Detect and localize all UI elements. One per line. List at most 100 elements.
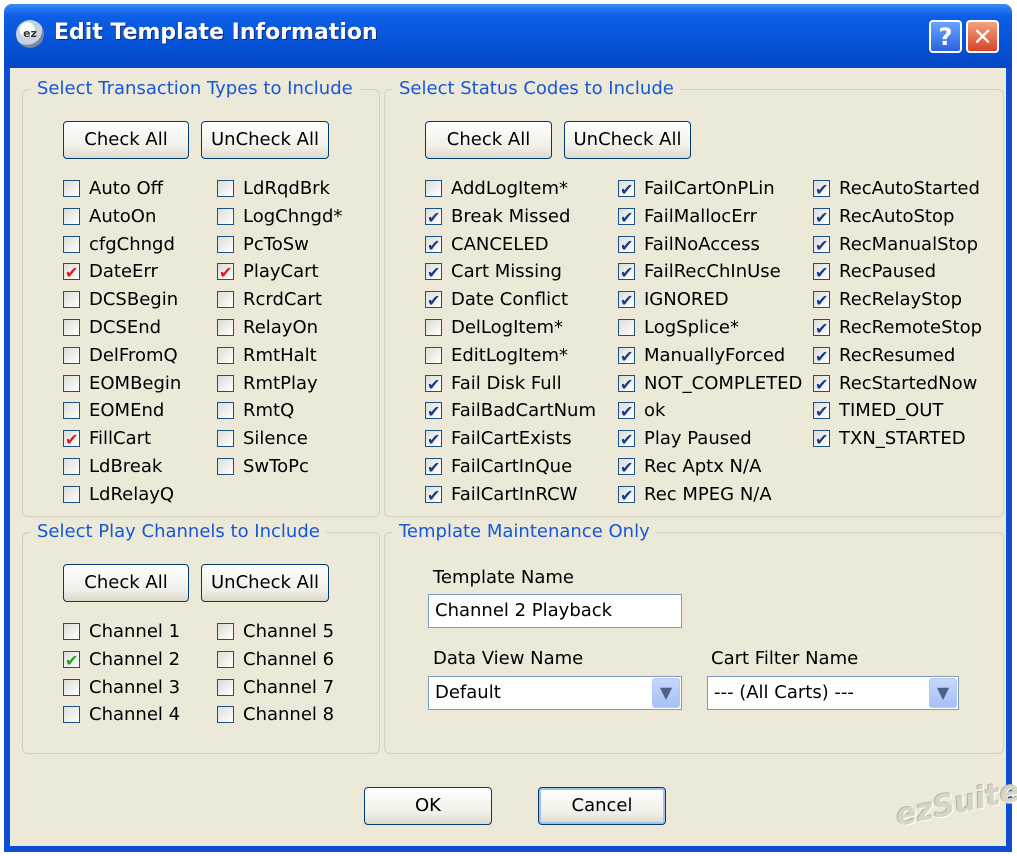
checkbox-unchecked[interactable] <box>63 458 80 475</box>
checkbox-checked[interactable] <box>813 233 830 259</box>
checkbox-label: RcrdCart <box>243 289 322 311</box>
checkbox-checked[interactable] <box>813 399 830 425</box>
checkbox-checked[interactable] <box>618 260 635 286</box>
checkbox-unchecked[interactable] <box>217 207 234 225</box>
checkbox-unchecked[interactable] <box>425 346 442 364</box>
checkbox-unchecked[interactable] <box>217 706 234 724</box>
title-bar[interactable]: ez Edit Template Information ? ✕ <box>4 4 1012 68</box>
checkbox-checked[interactable] <box>813 344 830 370</box>
checkbox-checked[interactable] <box>618 205 635 231</box>
checkbox-unchecked[interactable] <box>217 235 234 253</box>
checkbox-checked[interactable] <box>813 427 830 453</box>
checkbox-checked[interactable] <box>425 399 442 425</box>
checkbox-checked[interactable] <box>813 288 830 314</box>
data-view-name-select[interactable]: Default ▼ <box>428 676 682 710</box>
checkbox-unchecked[interactable] <box>63 402 80 420</box>
checkbox-unchecked[interactable] <box>63 678 80 696</box>
dialog-window: ez Edit Template Information ? ✕ Select … <box>4 4 1017 852</box>
checkbox-unchecked[interactable] <box>63 207 80 225</box>
checkbox-checked[interactable] <box>618 233 635 259</box>
checkbox-label: FailRecChInUse <box>644 261 781 283</box>
checkbox-unchecked[interactable] <box>217 346 234 364</box>
checkbox-unchecked[interactable] <box>63 706 80 724</box>
cart-filter-name-select[interactable]: --- (All Carts) --- ▼ <box>707 676 959 710</box>
checkbox-checked[interactable] <box>618 344 635 370</box>
checkbox-checked[interactable] <box>425 205 442 231</box>
checkbox-unchecked[interactable] <box>217 374 234 392</box>
template-name-input[interactable]: Channel 2 Playback <box>428 594 682 628</box>
checkbox-unchecked[interactable] <box>63 180 80 197</box>
checkbox-label: LogSplice* <box>644 317 739 338</box>
chevron-down-icon[interactable]: ▼ <box>652 678 680 708</box>
checkbox-unchecked[interactable] <box>63 291 80 309</box>
checkbox-unchecked[interactable] <box>217 458 234 475</box>
checkbox-checked[interactable] <box>813 316 830 342</box>
status-codes-group: Select Status Codes to Include Check All… <box>384 78 1004 517</box>
checkbox-unchecked[interactable] <box>217 623 234 640</box>
checkbox-label: Channel 6 <box>243 648 335 670</box>
checkbox-label: RecStartedNow <box>839 372 978 394</box>
checkbox-checked[interactable] <box>618 455 635 481</box>
checkbox-checked[interactable] <box>813 260 830 286</box>
data-view-name-label: Data View Name <box>433 648 584 669</box>
checkbox-checked[interactable] <box>425 372 442 398</box>
transaction-uncheck-all-button[interactable]: UnCheck All <box>201 121 329 159</box>
checkbox-unchecked[interactable] <box>217 678 234 696</box>
close-button[interactable]: ✕ <box>966 20 999 53</box>
checkbox-checked[interactable] <box>425 233 442 259</box>
checkbox-label: DCSBegin <box>89 289 179 311</box>
checkbox-checked[interactable] <box>813 372 830 398</box>
channels-uncheck-all-button[interactable]: UnCheck All <box>201 564 329 602</box>
checkbox-label: RecAutoStop <box>839 205 955 227</box>
checkbox-label: FailBadCartNum <box>451 400 597 422</box>
checkbox-label: PlayCart <box>243 261 319 283</box>
template-maintenance-group: Template Maintenance Only Template Name … <box>384 521 1004 754</box>
checkbox-unchecked[interactable] <box>217 291 234 309</box>
checkbox-checked[interactable] <box>618 399 635 425</box>
checkbox-label: Channel 1 <box>89 621 181 642</box>
cancel-button[interactable]: Cancel <box>538 787 666 825</box>
help-button[interactable]: ? <box>929 20 962 53</box>
chevron-down-icon[interactable]: ▼ <box>929 678 957 708</box>
checkbox-checked[interactable] <box>813 205 830 231</box>
checkbox-label: Channel 2 <box>89 648 181 670</box>
checkbox-checked[interactable] <box>63 427 80 453</box>
checkbox-checked[interactable] <box>63 260 80 286</box>
transaction-check-all-button[interactable]: Check All <box>63 121 189 159</box>
checkbox-unchecked[interactable] <box>217 402 234 420</box>
checkbox-label: RecResumed <box>839 344 956 366</box>
checkbox-checked[interactable] <box>813 177 830 203</box>
checkbox-checked[interactable] <box>618 483 635 509</box>
checkbox-checked[interactable] <box>618 177 635 203</box>
checkbox-checked[interactable] <box>425 483 442 509</box>
checkbox-checked[interactable] <box>63 648 80 674</box>
checkbox-unchecked[interactable] <box>63 235 80 253</box>
checkbox-checked[interactable] <box>425 288 442 314</box>
ok-button[interactable]: OK <box>364 787 492 825</box>
checkbox-unchecked[interactable] <box>425 180 442 197</box>
checkbox-unchecked[interactable] <box>217 650 234 668</box>
dialog-client: Select Transaction Types to Include Chec… <box>10 68 1017 846</box>
status-check-all-button[interactable]: Check All <box>425 121 552 159</box>
checkbox-unchecked[interactable] <box>63 623 80 640</box>
checkbox-checked[interactable] <box>425 427 442 453</box>
data-view-selected-value: Default <box>435 682 501 703</box>
checkbox-unchecked[interactable] <box>217 430 234 448</box>
checkbox-checked[interactable] <box>618 288 635 314</box>
checkbox-checked[interactable] <box>217 260 234 286</box>
checkbox-unchecked[interactable] <box>63 319 80 336</box>
checkbox-label: LdRqdBrk <box>243 178 330 199</box>
checkbox-unchecked[interactable] <box>425 319 442 336</box>
checkbox-unchecked[interactable] <box>217 180 234 197</box>
checkbox-checked[interactable] <box>425 455 442 481</box>
checkbox-unchecked[interactable] <box>63 346 80 364</box>
checkbox-unchecked[interactable] <box>217 319 234 336</box>
checkbox-unchecked[interactable] <box>63 374 80 392</box>
checkbox-checked[interactable] <box>618 427 635 453</box>
checkbox-checked[interactable] <box>618 372 635 398</box>
checkbox-checked[interactable] <box>425 260 442 286</box>
checkbox-unchecked[interactable] <box>618 319 635 336</box>
checkbox-unchecked[interactable] <box>63 485 80 503</box>
status-uncheck-all-button[interactable]: UnCheck All <box>564 121 691 159</box>
channels-check-all-button[interactable]: Check All <box>63 564 189 602</box>
